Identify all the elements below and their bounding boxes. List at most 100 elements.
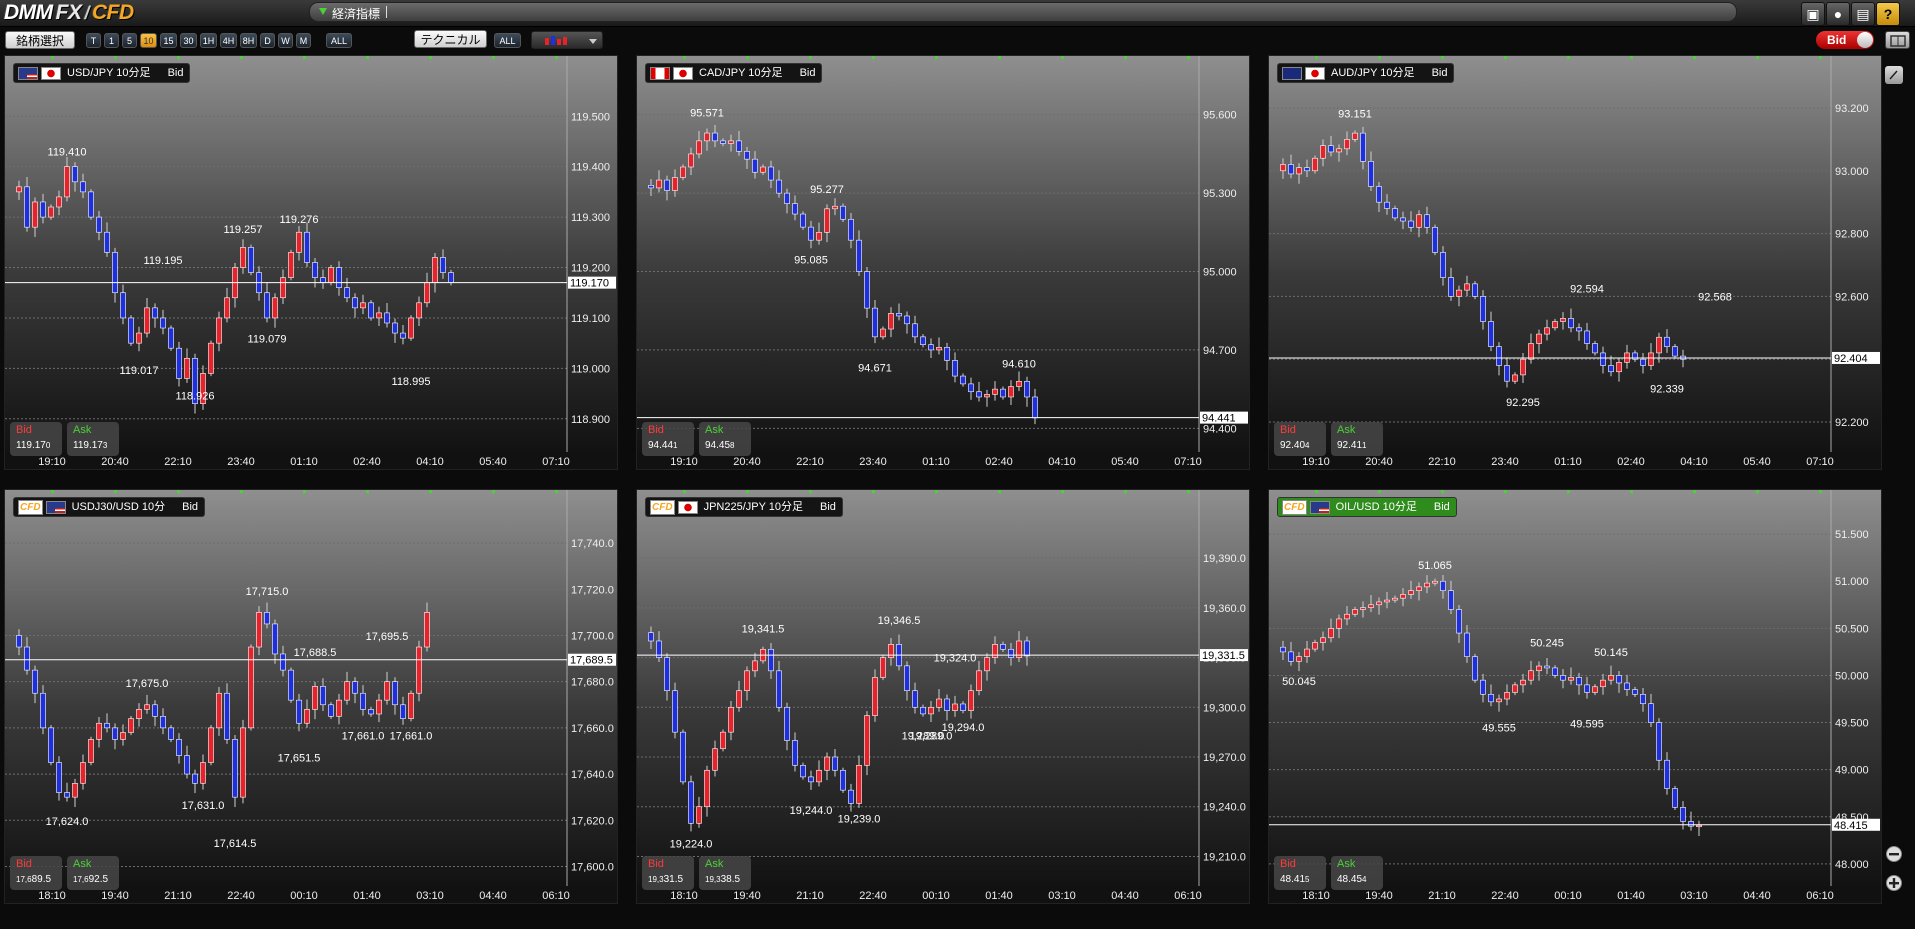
symbol-select-button[interactable]: 銘柄選択 <box>5 31 75 49</box>
bid-ask-toggle[interactable]: Bid <box>1816 31 1874 49</box>
y-tick-label: 17,700.0 <box>571 630 614 642</box>
chart-title[interactable]: CFD OIL/USD 10分足 Bid <box>1277 497 1457 517</box>
screenshot-icon[interactable]: ▣ <box>1801 2 1825 26</box>
color-settings-icon[interactable]: ● <box>1826 2 1850 26</box>
candle-body <box>1560 675 1566 681</box>
bid-price-box[interactable]: Bid 119.170 <box>10 422 62 456</box>
timeframe-button-8h[interactable]: 8H <box>240 33 257 48</box>
chart-canvas[interactable]: 51.50051.00050.50050.00049.50049.00048.5… <box>1269 490 1881 903</box>
chart-canvas[interactable]: 93.20093.00092.80092.60092.40092.20019:1… <box>1269 56 1881 469</box>
price-annotation: 50.045 <box>1282 676 1316 688</box>
price-annotation: 92.295 <box>1506 397 1540 409</box>
x-tick-label: 04:10 <box>1680 456 1708 468</box>
layout-icon[interactable] <box>1885 31 1910 49</box>
timeframe-button-w[interactable]: W <box>278 33 293 48</box>
candle-body <box>1608 365 1614 373</box>
bid-price-box[interactable]: Bid 17,689.5 <box>10 856 62 890</box>
bid-price-box-value: 17,689.5 <box>16 874 52 885</box>
candle-body <box>1032 396 1038 419</box>
bid-price-box[interactable]: Bid 48.415 <box>1274 856 1326 890</box>
ask-price-box-value: 19,338.5 <box>705 874 741 885</box>
plus-icon[interactable] <box>1885 874 1903 892</box>
candle-body <box>1576 677 1582 686</box>
candle-body <box>1616 675 1622 684</box>
event-marker <box>1315 490 1318 493</box>
technical-button[interactable]: テクニカル <box>414 30 487 48</box>
help-icon[interactable]: ? <box>1876 2 1900 26</box>
chart-canvas[interactable]: 95.600 95.300 95.000 94.700 94.400 19:10 20:40… <box>637 56 1249 469</box>
print-icon[interactable]: ▤ <box>1851 2 1875 26</box>
event-marker <box>1756 56 1759 59</box>
ask-price-box[interactable]: Ask 48.454 <box>1331 856 1383 890</box>
x-tick-label: 00:10 <box>1554 890 1582 902</box>
candle-body <box>24 186 30 228</box>
candle-body <box>16 186 22 193</box>
bid-price-box[interactable]: Bid 92.404 <box>1274 422 1326 456</box>
timeframe-button-10[interactable]: 10 <box>140 33 157 48</box>
cfd-badge-icon: CFD <box>1282 499 1307 515</box>
timeframe-all-button[interactable]: ALL <box>326 33 352 48</box>
candle-body <box>776 179 782 194</box>
chart-panel-2[interactable]: 95.600 95.300 95.000 94.700 94.400 19:10 20:40… <box>636 55 1250 470</box>
chart-canvas[interactable]: 119.500 119.400 119.300 119.200 119.100 119.0… <box>5 56 617 469</box>
chart-title[interactable]: CFD JPN225/JPY 10分足 Bid <box>645 497 843 517</box>
candle-body <box>784 706 790 741</box>
timeframe-button-15[interactable]: 15 <box>160 33 177 48</box>
bid-price-box-value: 119.170 <box>16 440 51 451</box>
chart-canvas[interactable]: 17,740.0 17,720.0 17,700.0 17,680.0 17,660.0… <box>5 490 617 903</box>
ask-price-box[interactable]: Ask 94.458 <box>699 422 751 456</box>
y-tick-label: 17,740.0 <box>571 538 614 550</box>
timeframe-button-1h[interactable]: 1H <box>200 33 217 48</box>
chart-panel-5[interactable]: 19,390.019,360.019,330.019,300.019,270.0… <box>636 489 1250 904</box>
ask-price-box[interactable]: Ask 19,338.5 <box>699 856 751 890</box>
chart-title[interactable]: CFD USDJ30/USD 10分 Bid <box>13 497 206 517</box>
timeframe-button-m[interactable]: M <box>296 33 311 48</box>
ask-price-box[interactable]: Ask 119.173 <box>67 422 119 456</box>
minus-icon[interactable] <box>1885 845 1903 863</box>
candle-body <box>1560 318 1566 322</box>
candle-body <box>120 732 126 740</box>
candle-body <box>248 646 254 729</box>
candle-body <box>1648 352 1654 366</box>
x-tick-label: 19:40 <box>1365 890 1393 902</box>
candle-body <box>1584 684 1590 693</box>
candle-body <box>136 332 142 344</box>
chart-title[interactable]: CAD/JPY 10分足 Bid <box>645 63 823 83</box>
chart-title[interactable]: AUD/JPY 10分足 Bid <box>1277 63 1455 83</box>
chart-panel-3[interactable]: 93.20093.00092.80092.60092.40092.20019:1… <box>1268 55 1882 470</box>
timeframe-button-30[interactable]: 30 <box>180 33 197 48</box>
chart-canvas[interactable]: 19,390.019,360.019,330.019,300.019,270.0… <box>637 490 1249 903</box>
ask-price-box[interactable]: Ask 17,692.5 <box>67 856 119 890</box>
toggle-knob[interactable] <box>1857 32 1873 48</box>
timeframe-button-5[interactable]: 5 <box>122 33 137 48</box>
timeframe-button-4h[interactable]: 4H <box>220 33 237 48</box>
expand-triangle-icon[interactable] <box>319 8 327 15</box>
candle-body <box>1488 321 1494 347</box>
candle-body <box>40 692 46 729</box>
timeframe-button-t[interactable]: T <box>86 33 101 48</box>
economic-indicator-bar[interactable]: 経済指標 <box>309 2 1737 22</box>
current-price-label: 119.170 <box>570 278 609 290</box>
technical-all-button[interactable]: ALL <box>494 33 521 48</box>
chart-type-dropdown[interactable] <box>531 31 603 49</box>
candle-body <box>1648 703 1654 723</box>
ask-price-box[interactable]: Ask 92.411 <box>1331 422 1383 456</box>
price-annotation: 49.595 <box>1570 719 1604 731</box>
x-tick-label: 19:10 <box>670 456 698 468</box>
jp-flag-icon <box>41 66 61 80</box>
candle-body <box>1544 327 1550 335</box>
timeframe-button-1[interactable]: 1 <box>104 33 119 48</box>
event-marker <box>683 56 686 59</box>
chart-panel-1[interactable]: 119.500 119.400 119.300 119.200 119.100 119.0… <box>4 55 618 470</box>
bid-price-box[interactable]: Bid 19,331.5 <box>642 856 694 890</box>
timeframe-button-d[interactable]: D <box>260 33 275 48</box>
chart-title[interactable]: USD/JPY 10分足 Bid <box>13 63 191 83</box>
candle-body <box>1456 289 1462 297</box>
bid-price-box[interactable]: Bid 94.441 <box>642 422 694 456</box>
pencil-icon[interactable] <box>1885 66 1903 84</box>
candle-body <box>1320 637 1326 643</box>
x-tick-label: 20:40 <box>101 456 129 468</box>
x-tick-label: 04:40 <box>1743 890 1771 902</box>
chart-panel-4[interactable]: 17,740.0 17,720.0 17,700.0 17,680.0 17,660.0… <box>4 489 618 904</box>
chart-panel-6[interactable]: 51.500 51.000 50.500 50.000 49.500 49.000 48.5… <box>1268 489 1882 904</box>
